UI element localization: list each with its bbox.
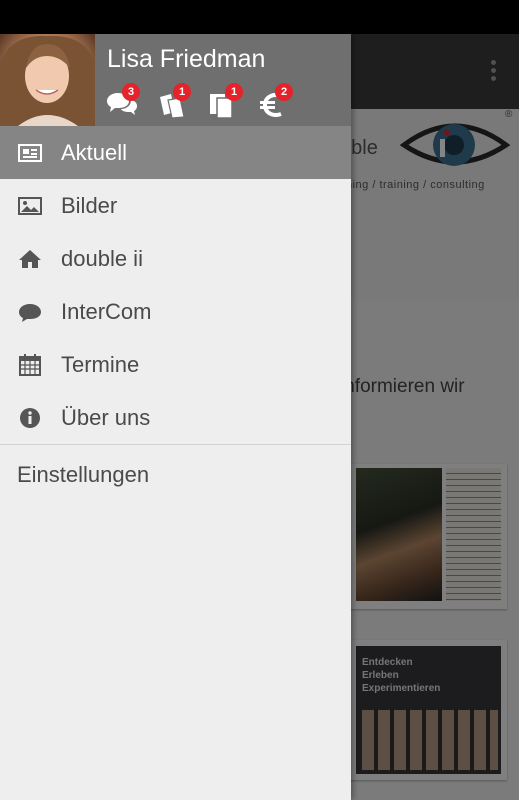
image-icon bbox=[18, 197, 42, 215]
menu-label-intercom: InterCom bbox=[61, 299, 152, 324]
status-bar bbox=[0, 0, 519, 34]
payments-count-badge: 2 bbox=[275, 83, 293, 101]
menu-item-intercom[interactable]: InterCom bbox=[0, 285, 351, 338]
newspaper-icon bbox=[18, 144, 42, 162]
menu-item-ueber-uns[interactable]: Über uns bbox=[0, 391, 351, 444]
menu-label-double-ii: double ii bbox=[61, 246, 143, 271]
menu-label-einstellungen: Einstellungen bbox=[17, 462, 150, 487]
tickets-notification-button[interactable]: 1 bbox=[157, 83, 191, 121]
chat-count-badge: 3 bbox=[122, 83, 140, 101]
menu-item-aktuell[interactable]: Aktuell bbox=[0, 126, 351, 179]
menu-label-bilder: Bilder bbox=[61, 193, 118, 218]
drawer-header: Lisa Friedman 3 1 1 2 bbox=[0, 34, 351, 126]
speech-bubble-icon bbox=[19, 304, 41, 322]
calendar-icon bbox=[19, 354, 41, 376]
documents-count-badge: 1 bbox=[225, 83, 243, 101]
profile-photo bbox=[0, 35, 95, 126]
menu-label-termine: Termine bbox=[61, 352, 140, 377]
menu-item-termine[interactable]: Termine bbox=[0, 338, 351, 391]
menu-label-ueber-uns: Über uns bbox=[61, 405, 151, 430]
chat-notification-button[interactable]: 3 bbox=[106, 83, 140, 121]
drawer-menu: Aktuell Bilder double ii InterCom Termin… bbox=[0, 126, 351, 505]
tickets-count-badge: 1 bbox=[173, 83, 191, 101]
menu-label-aktuell: Aktuell bbox=[61, 140, 128, 165]
user-name: Lisa Friedman bbox=[107, 45, 266, 73]
menu-item-bilder[interactable]: Bilder bbox=[0, 179, 351, 232]
documents-notification-button[interactable]: 1 bbox=[209, 83, 243, 121]
home-icon bbox=[19, 250, 41, 268]
navigation-drawer: Lisa Friedman 3 1 1 2 Aktuell Bilder dou… bbox=[0, 34, 351, 800]
avatar[interactable] bbox=[0, 34, 95, 126]
menu-item-einstellungen[interactable]: Einstellungen bbox=[0, 445, 351, 505]
menu-item-double-ii[interactable]: double ii bbox=[0, 232, 351, 285]
payments-notification-button[interactable]: 2 bbox=[259, 83, 293, 121]
info-icon bbox=[20, 408, 40, 428]
